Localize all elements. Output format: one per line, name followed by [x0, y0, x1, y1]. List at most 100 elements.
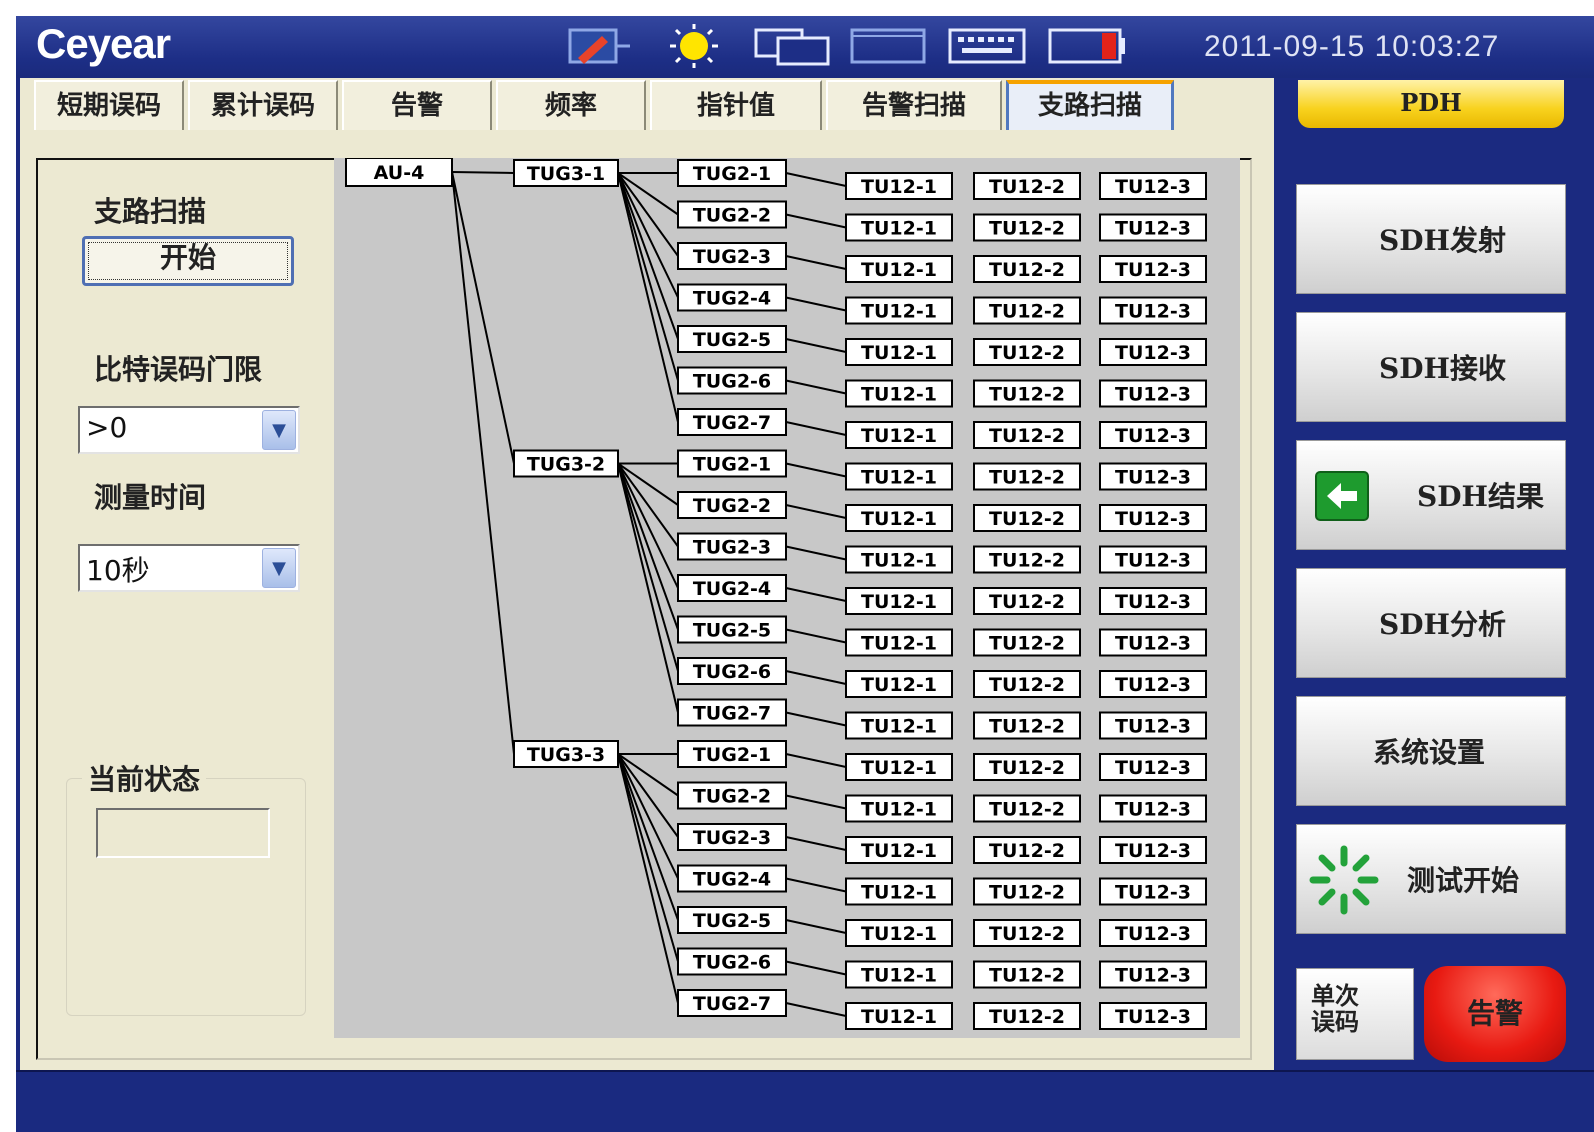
tu12-node[interactable]: TU12-2: [973, 877, 1081, 906]
tab-alarm-scan[interactable]: 告警扫描: [826, 80, 1002, 130]
tug2-node[interactable]: TUG2-2: [677, 200, 787, 229]
tu12-node[interactable]: TU12-1: [845, 711, 953, 740]
tu12-node[interactable]: TU12-3: [1099, 296, 1207, 325]
tug2-node[interactable]: TUG2-4: [677, 574, 787, 602]
tug2-node[interactable]: TUG2-5: [677, 615, 787, 644]
tab-short-term-errors[interactable]: 短期误码: [34, 80, 184, 130]
tu12-node[interactable]: TU12-3: [1099, 628, 1207, 657]
sdh-receive-button[interactable]: SDH接收: [1296, 312, 1566, 422]
tu12-node[interactable]: TU12-3: [1099, 670, 1207, 698]
start-test-button[interactable]: 测试开始: [1296, 824, 1566, 934]
tug2-node[interactable]: TUG2-7: [677, 408, 787, 436]
tu12-node[interactable]: TU12-2: [973, 753, 1081, 781]
tu12-node[interactable]: TU12-3: [1099, 421, 1207, 449]
tu12-node[interactable]: TU12-3: [1099, 877, 1207, 906]
sdh-transmit-button[interactable]: SDH发射: [1296, 184, 1566, 294]
tab-pointer-value[interactable]: 指针值: [650, 80, 822, 130]
tu12-node[interactable]: TU12-3: [1099, 919, 1207, 947]
tu12-node[interactable]: TU12-1: [845, 545, 953, 574]
tu12-node[interactable]: TU12-3: [1099, 960, 1207, 989]
tu12-node[interactable]: TU12-1: [845, 296, 953, 325]
tu12-node[interactable]: TU12-2: [973, 711, 1081, 740]
tu12-node[interactable]: TU12-3: [1099, 545, 1207, 574]
tu12-node[interactable]: TU12-2: [973, 628, 1081, 657]
sun-icon[interactable]: [656, 24, 732, 68]
chevron-down-icon[interactable]: ▼: [262, 410, 296, 450]
tu12-node[interactable]: TU12-3: [1099, 794, 1207, 823]
tu12-node[interactable]: TU12-2: [973, 379, 1081, 408]
tug3-node[interactable]: TUG3-3: [513, 740, 619, 768]
system-settings-button[interactable]: 系统设置: [1296, 696, 1566, 806]
edit-icon[interactable]: [556, 24, 632, 68]
tu12-node[interactable]: TU12-3: [1099, 255, 1207, 283]
au4-node[interactable]: AU-4: [345, 157, 453, 187]
keyboard-icon[interactable]: [946, 24, 1028, 68]
threshold-select[interactable]: >0 ▼: [78, 406, 300, 454]
tu12-node[interactable]: TU12-1: [845, 877, 953, 906]
tug3-node[interactable]: TUG3-1: [513, 159, 619, 187]
tu12-node[interactable]: TU12-2: [973, 213, 1081, 242]
tu12-node[interactable]: TU12-3: [1099, 213, 1207, 242]
window-icon[interactable]: [848, 24, 928, 68]
tug2-node[interactable]: TUG2-7: [677, 989, 787, 1017]
tab-frequency[interactable]: 频率: [496, 80, 646, 130]
tu12-node[interactable]: TU12-2: [973, 462, 1081, 491]
tug2-node[interactable]: TUG2-5: [677, 325, 787, 353]
tug2-node[interactable]: TUG2-6: [677, 947, 787, 976]
tu12-node[interactable]: TU12-3: [1099, 753, 1207, 781]
tu12-node[interactable]: TU12-2: [973, 587, 1081, 615]
duration-select[interactable]: 10秒 ▼: [78, 544, 300, 592]
tu12-node[interactable]: TU12-2: [973, 545, 1081, 574]
tug2-node[interactable]: TUG2-7: [677, 698, 787, 727]
tu12-node[interactable]: TU12-2: [973, 504, 1081, 532]
tu12-node[interactable]: TU12-3: [1099, 462, 1207, 491]
tu12-node[interactable]: TU12-3: [1099, 504, 1207, 532]
tu12-node[interactable]: TU12-2: [973, 670, 1081, 698]
tu12-node[interactable]: TU12-1: [845, 628, 953, 657]
tu12-node[interactable]: TU12-2: [973, 836, 1081, 864]
tug2-node[interactable]: TUG2-6: [677, 657, 787, 685]
tug2-node[interactable]: TUG2-4: [677, 283, 787, 312]
tu12-node[interactable]: TU12-3: [1099, 836, 1207, 864]
tu12-node[interactable]: TU12-3: [1099, 379, 1207, 408]
tug3-node[interactable]: TUG3-2: [513, 449, 619, 478]
tab-tributary-scan[interactable]: 支路扫描: [1006, 80, 1174, 130]
tu12-node[interactable]: TU12-2: [973, 794, 1081, 823]
tu12-node[interactable]: TU12-1: [845, 960, 953, 989]
tu12-node[interactable]: TU12-1: [845, 504, 953, 532]
tu12-node[interactable]: TU12-1: [845, 338, 953, 366]
tug2-node[interactable]: TUG2-2: [677, 491, 787, 519]
tu12-node[interactable]: TU12-3: [1099, 711, 1207, 740]
chevron-down-icon[interactable]: ▼: [262, 548, 296, 588]
tug2-node[interactable]: TUG2-1: [677, 740, 787, 768]
sdh-results-button[interactable]: SDH结果: [1296, 440, 1566, 550]
tug2-node[interactable]: TUG2-4: [677, 864, 787, 893]
tu12-node[interactable]: TU12-2: [973, 1002, 1081, 1030]
windows-icon[interactable]: [752, 24, 834, 68]
single-error-button[interactable]: 单次误码: [1296, 968, 1414, 1060]
tug2-node[interactable]: TUG2-3: [677, 532, 787, 561]
tu12-node[interactable]: TU12-1: [845, 794, 953, 823]
tu12-node[interactable]: TU12-1: [845, 919, 953, 947]
tu12-node[interactable]: TU12-1: [845, 1002, 953, 1030]
tu12-node[interactable]: TU12-2: [973, 255, 1081, 283]
tu12-node[interactable]: TU12-1: [845, 379, 953, 408]
alarm-button[interactable]: 告警: [1424, 966, 1566, 1062]
tug2-node[interactable]: TUG2-6: [677, 366, 787, 395]
tu12-node[interactable]: TU12-3: [1099, 172, 1207, 200]
tu12-node[interactable]: TU12-1: [845, 421, 953, 449]
tu12-node[interactable]: TU12-1: [845, 836, 953, 864]
tug2-node[interactable]: TUG2-1: [677, 159, 787, 187]
tu12-node[interactable]: TU12-3: [1099, 587, 1207, 615]
pdh-button[interactable]: PDH: [1298, 80, 1564, 128]
tug2-node[interactable]: TUG2-1: [677, 449, 787, 478]
tug2-node[interactable]: TUG2-5: [677, 906, 787, 934]
tab-cumulative-errors[interactable]: 累计误码: [188, 80, 338, 130]
tu12-node[interactable]: TU12-2: [973, 960, 1081, 989]
tug2-node[interactable]: TUG2-2: [677, 781, 787, 810]
tu12-node[interactable]: TU12-1: [845, 172, 953, 200]
tu12-node[interactable]: TU12-2: [973, 421, 1081, 449]
tu12-node[interactable]: TU12-1: [845, 587, 953, 615]
tu12-node[interactable]: TU12-3: [1099, 1002, 1207, 1030]
tu12-node[interactable]: TU12-1: [845, 753, 953, 781]
